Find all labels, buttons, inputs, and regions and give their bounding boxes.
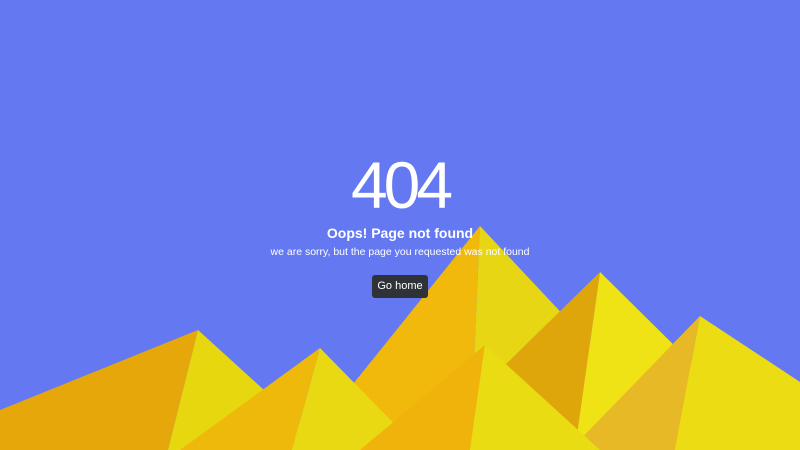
error-title: Oops! Page not found: [326, 225, 474, 241]
error-content: 404 Oops! Page not found we are sorry, b…: [0, 0, 800, 450]
error-message: we are sorry, but the page you requested…: [270, 246, 530, 258]
error-code: 404: [350, 148, 453, 222]
go-home-button[interactable]: Go home: [372, 275, 428, 298]
